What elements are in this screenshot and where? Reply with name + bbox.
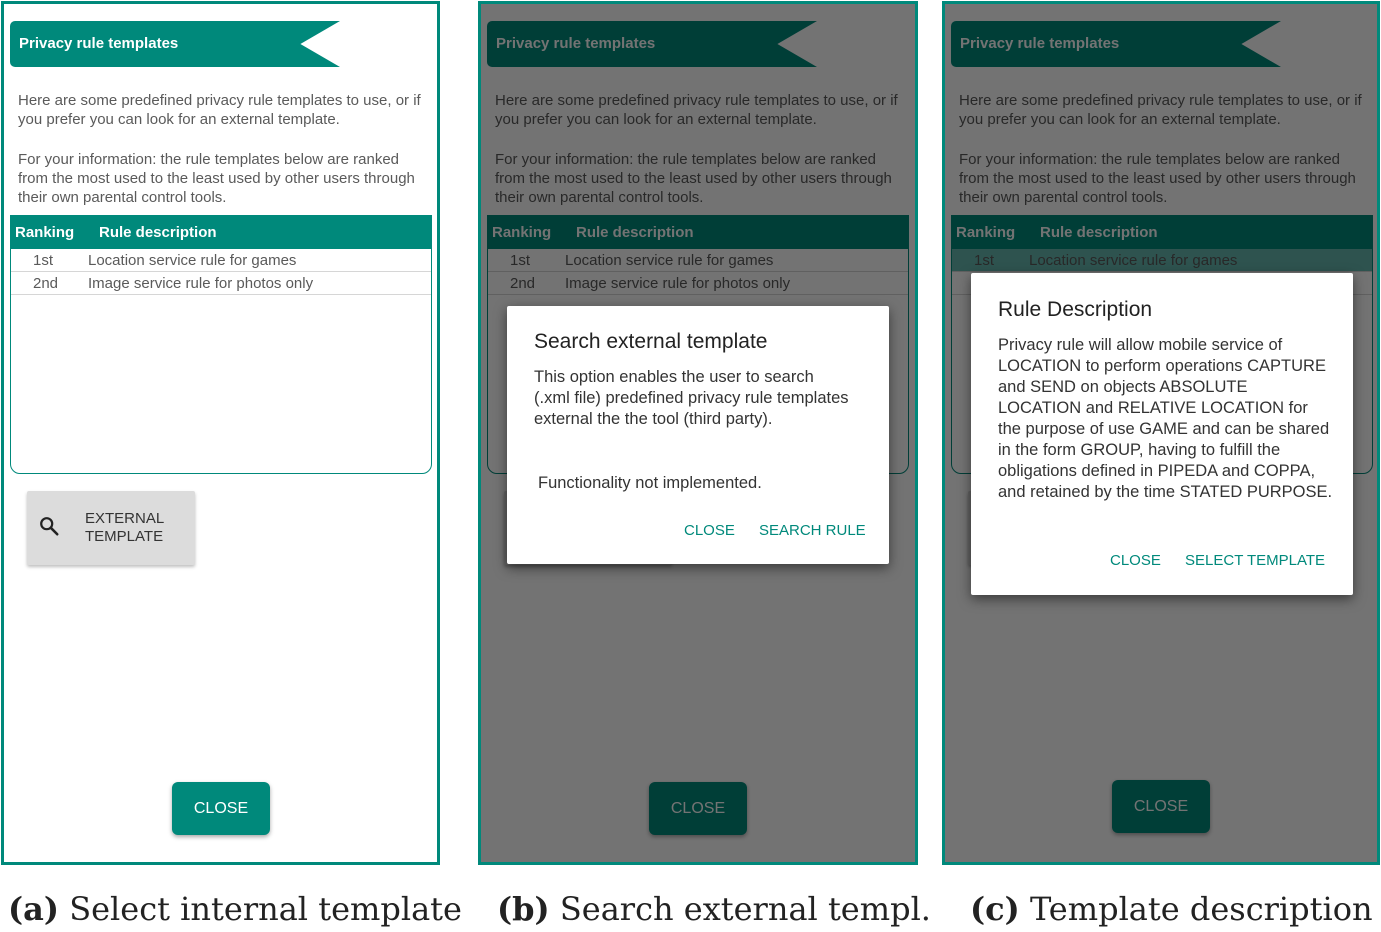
screen-select-internal-template: Privacy rule templates Here are some pre… [1, 1, 440, 865]
dialog-body: Privacy rule will allow mobile service o… [998, 336, 1333, 501]
close-button-label: Close [193, 800, 249, 817]
row-description: Image service rule for photos only [88, 275, 314, 292]
row-ranking: 1st [33, 252, 54, 269]
caption-c-text: Template description [1029, 890, 1373, 928]
caption-c: (c) Template description [970, 890, 1373, 928]
dialog-title: Search external template [534, 330, 768, 353]
table-row[interactable]: 2nd Image service rule for photos only [11, 272, 431, 295]
dialog-close-button[interactable]: Close [684, 522, 735, 539]
intro-text: Here are some predefined privacy rule te… [18, 92, 421, 128]
dialog-close-button[interactable]: Close [1110, 552, 1161, 569]
close-button[interactable]: Close [172, 782, 270, 835]
screen-template-description: Privacy rule templates Here are some pre… [942, 1, 1380, 865]
header-ranking: Ranking [15, 224, 75, 241]
row-ranking: 2nd [33, 275, 59, 292]
caption-b-text: Search external templ. [559, 890, 931, 928]
search-external-template-dialog: Search external template This option ena… [507, 306, 889, 564]
header-rule-description: Rule description [99, 224, 217, 241]
caption-b: (b) Search external templ. [497, 890, 931, 928]
select-template-button[interactable]: Select template [1185, 552, 1325, 569]
screen-search-external-template: Privacy rule templates Here are some pre… [478, 1, 918, 865]
caption-b-tag: (b) [497, 890, 550, 928]
dialog-note: Functionality not implemented. [538, 474, 762, 492]
caption-c-tag: (c) [970, 890, 1020, 928]
rule-description-dialog: Rule Description Privacy rule will allow… [971, 273, 1353, 595]
search-rule-button[interactable]: Search rule [759, 522, 866, 539]
table-header: Ranking Rule description [11, 216, 431, 249]
external-template-button[interactable]: External template [27, 491, 195, 565]
caption-a-tag: (a) [8, 890, 60, 928]
search-icon [40, 517, 59, 536]
caption-a-text: Select internal template [69, 890, 462, 928]
dialog-title: Rule Description [998, 298, 1153, 321]
templates-table: Ranking Rule description 1st Location se… [10, 215, 432, 474]
dialog-body: This option enables the user to search (… [534, 368, 849, 428]
external-template-label: External template [85, 510, 164, 545]
ranking-info-text: For your information: the rule templates… [18, 151, 415, 206]
banner-title: Privacy rule templates [10, 21, 340, 67]
row-description: Location service rule for games [88, 252, 297, 269]
caption-a: (a) Select internal template [8, 890, 462, 928]
table-row[interactable]: 1st Location service rule for games [11, 249, 431, 272]
